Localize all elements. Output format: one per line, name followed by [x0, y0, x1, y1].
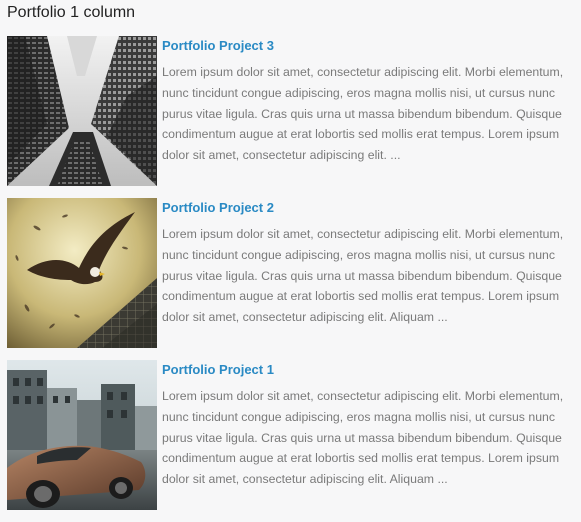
eagle-image — [7, 198, 157, 348]
portfolio-item-body: Portfolio Project 3 Lorem ipsum dolor si… — [162, 38, 572, 166]
page-title: Portfolio 1 column — [7, 4, 136, 21]
portfolio-item-title-link[interactable]: Portfolio Project 1 — [162, 362, 572, 378]
portfolio-list: Portfolio Project 3 Lorem ipsum dolor si… — [7, 36, 575, 522]
portfolio-item-excerpt: Lorem ipsum dolor sit amet, consectetur … — [162, 227, 564, 325]
portfolio-thumbnail-skyscrapers[interactable] — [7, 36, 157, 186]
portfolio-item: Portfolio Project 2 Lorem ipsum dolor si… — [7, 198, 575, 348]
portfolio-item-excerpt: Lorem ipsum dolor sit amet, consectetur … — [162, 389, 564, 487]
sports-car-image — [7, 360, 157, 510]
portfolio-thumbnail-sports-car[interactable] — [7, 360, 157, 510]
portfolio-item-body: Portfolio Project 1 Lorem ipsum dolor si… — [162, 362, 572, 490]
portfolio-item-body: Portfolio Project 2 Lorem ipsum dolor si… — [162, 200, 572, 328]
portfolio-item-title-link[interactable]: Portfolio Project 3 — [162, 38, 572, 54]
portfolio-item-excerpt: Lorem ipsum dolor sit amet, consectetur … — [162, 65, 564, 163]
skyscrapers-image — [7, 36, 157, 186]
portfolio-thumbnail-eagle[interactable] — [7, 198, 157, 348]
portfolio-item-title-link[interactable]: Portfolio Project 2 — [162, 200, 572, 216]
portfolio-item: Portfolio Project 3 Lorem ipsum dolor si… — [7, 36, 575, 186]
portfolio-item: Portfolio Project 1 Lorem ipsum dolor si… — [7, 360, 575, 510]
